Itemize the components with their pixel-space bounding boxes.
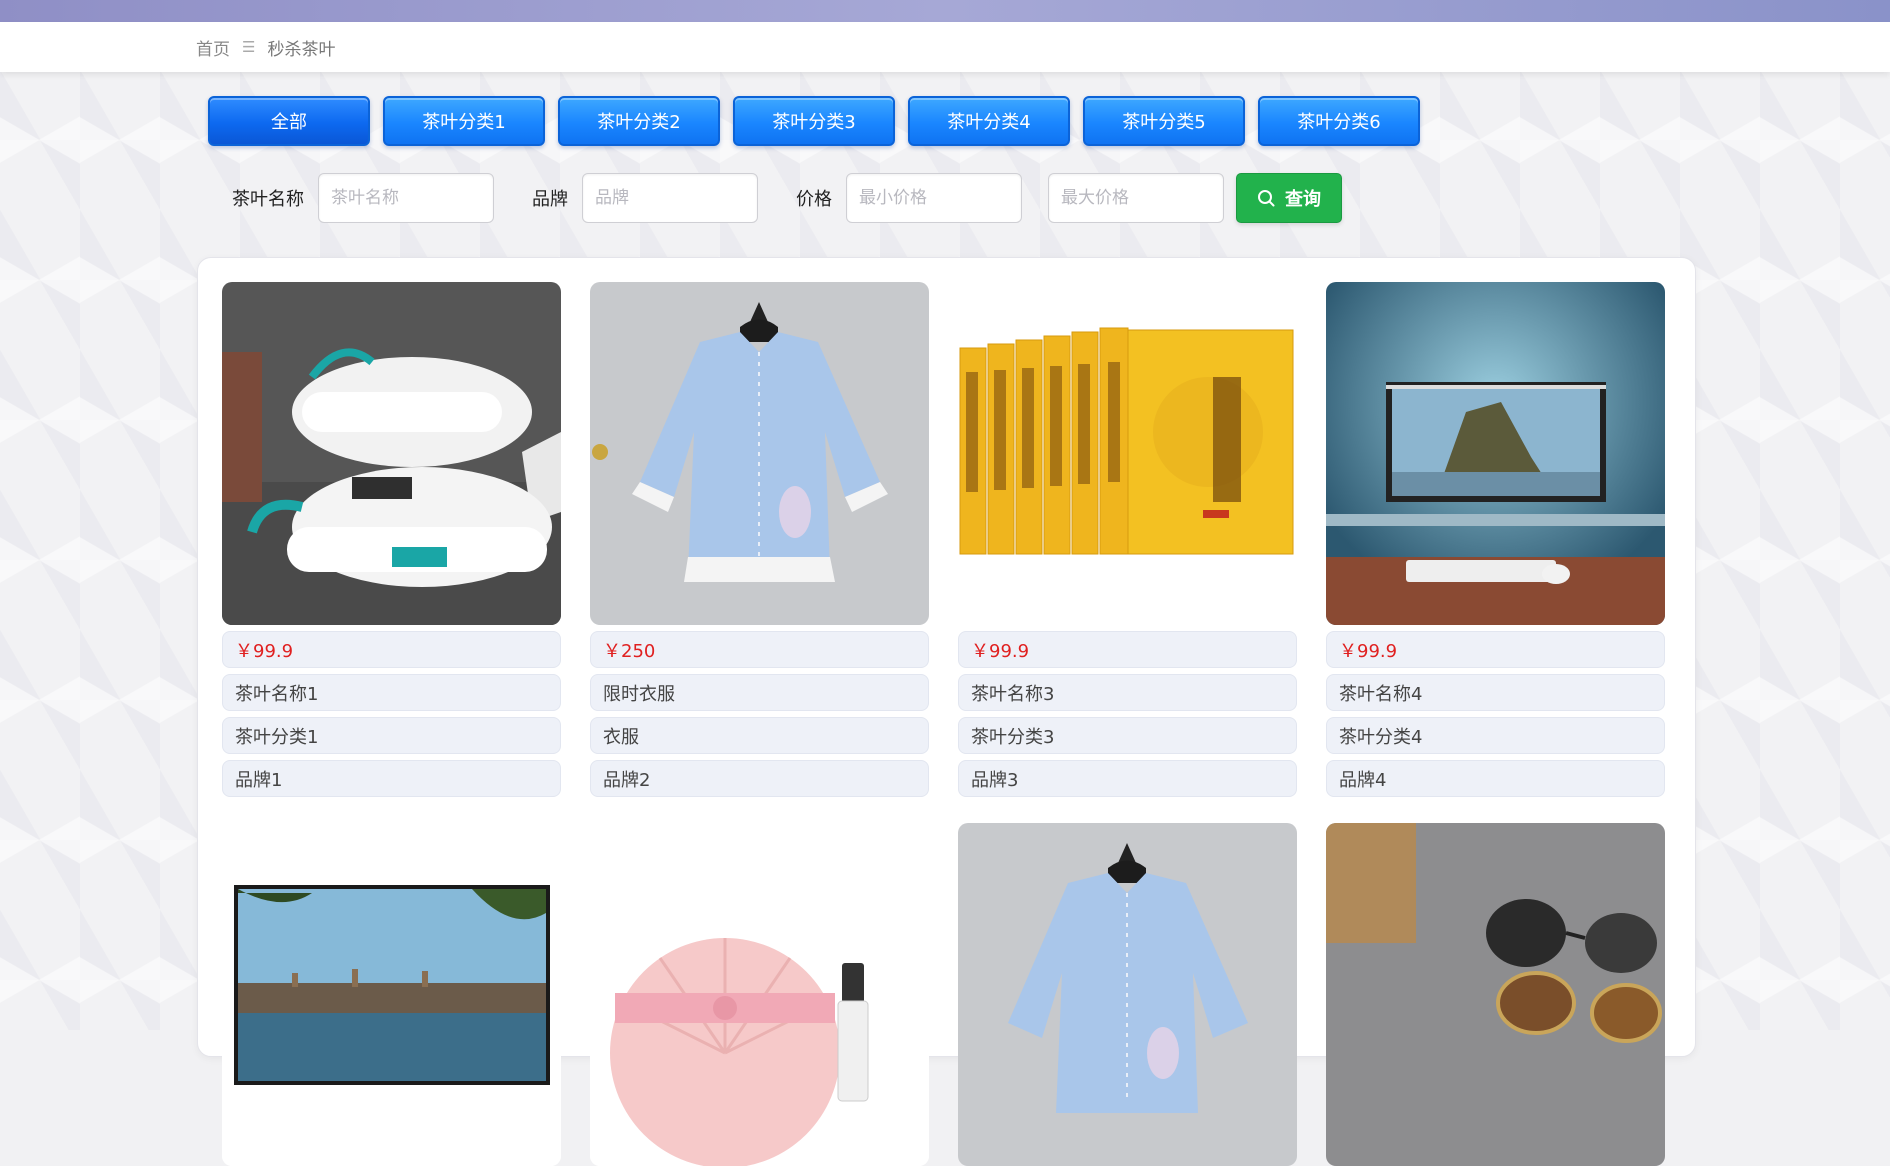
product-card[interactable] (222, 823, 561, 1166)
product-card[interactable]: ￥250 限时衣服 衣服 品牌2 (590, 282, 929, 797)
product-name: 茶叶名称1 (222, 674, 561, 711)
search-button[interactable]: 查询 (1236, 173, 1342, 223)
product-name: 茶叶名称3 (958, 674, 1297, 711)
product-brand: 品牌4 (1326, 760, 1665, 797)
product-image-yellow-books[interactable] (958, 282, 1297, 625)
product-category: 衣服 (590, 717, 929, 754)
product-brand: 品牌3 (958, 760, 1297, 797)
product-image-tv-landscape[interactable] (222, 823, 561, 1166)
product-card[interactable] (1326, 823, 1665, 1166)
product-image-sunglasses[interactable] (1326, 823, 1665, 1166)
price-label: 价格 (796, 189, 832, 210)
search-bar: 茶叶名称 品牌 价格 查询 (232, 173, 1342, 223)
product-brand: 品牌2 (590, 760, 929, 797)
product-card[interactable]: ￥99.9 茶叶名称1 茶叶分类1 品牌1 (222, 282, 561, 797)
product-price: ￥99.9 (222, 631, 561, 668)
breadcrumb: 首页 ☰ 秒杀茶叶 (0, 22, 1890, 72)
min-price-input[interactable] (846, 173, 1022, 223)
search-button-label: 查询 (1285, 189, 1321, 210)
category-tab-5[interactable]: 茶叶分类5 (1083, 96, 1245, 146)
product-image-blue-blouse[interactable] (958, 823, 1297, 1166)
category-tab-6[interactable]: 茶叶分类6 (1258, 96, 1420, 146)
category-tab-4[interactable]: 茶叶分类4 (908, 96, 1070, 146)
top-accent-bar (0, 0, 1890, 22)
product-grid: ￥99.9 茶叶名称1 茶叶分类1 品牌1 ￥250 限时衣服 衣服 品牌2 ￥… (222, 282, 1665, 1166)
brand-input[interactable] (582, 173, 758, 223)
product-price: ￥99.9 (1326, 631, 1665, 668)
category-tab-1[interactable]: 茶叶分类1 (383, 96, 545, 146)
product-panel: ￥99.9 茶叶名称1 茶叶分类1 品牌1 ￥250 限时衣服 衣服 品牌2 ￥… (197, 257, 1696, 1166)
product-category: 茶叶分类3 (958, 717, 1297, 754)
product-category: 茶叶分类1 (222, 717, 561, 754)
product-card[interactable]: ￥99.9 茶叶名称4 茶叶分类4 品牌4 (1326, 282, 1665, 797)
name-label: 茶叶名称 (232, 189, 304, 210)
breadcrumb-current: 秒杀茶叶 (267, 39, 336, 60)
product-name: 茶叶名称4 (1326, 674, 1665, 711)
product-image-pink-cushion[interactable] (590, 823, 929, 1166)
category-tabs: 全部 茶叶分类1 茶叶分类2 茶叶分类3 茶叶分类4 茶叶分类5 茶叶分类6 (208, 96, 1420, 146)
product-category: 茶叶分类4 (1326, 717, 1665, 754)
breadcrumb-home[interactable]: 首页 (196, 35, 230, 60)
product-image-blue-blouse[interactable] (590, 282, 929, 625)
category-tab-all[interactable]: 全部 (208, 96, 370, 146)
product-price: ￥99.9 (958, 631, 1297, 668)
category-tab-3[interactable]: 茶叶分类3 (733, 96, 895, 146)
product-price: ￥250 (590, 631, 929, 668)
menu-icon: ☰ (242, 38, 256, 56)
product-card[interactable] (958, 823, 1297, 1166)
search-icon (1257, 189, 1275, 207)
product-card[interactable]: ￥99.9 茶叶名称3 茶叶分类3 品牌3 (958, 282, 1297, 797)
product-image-sneakers[interactable] (222, 282, 561, 625)
product-card[interactable] (590, 823, 929, 1166)
max-price-input[interactable] (1048, 173, 1224, 223)
brand-label: 品牌 (532, 189, 568, 210)
name-input[interactable] (318, 173, 494, 223)
product-image-desk-monitor[interactable] (1326, 282, 1665, 625)
product-name: 限时衣服 (590, 674, 929, 711)
category-tab-2[interactable]: 茶叶分类2 (558, 96, 720, 146)
product-brand: 品牌1 (222, 760, 561, 797)
